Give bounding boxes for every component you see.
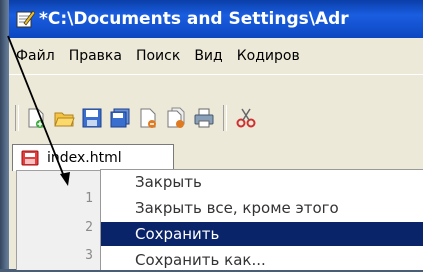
line-number: 2 [85, 220, 93, 235]
menu-encoding[interactable]: Кодиров [230, 48, 307, 64]
save-all-icon[interactable] [109, 107, 131, 129]
toolbar-separator [223, 105, 227, 131]
menu-item-close-others[interactable]: Закрыть все, кроме этого [101, 196, 423, 220]
line-number: 3 [85, 248, 93, 263]
cut-icon[interactable] [235, 107, 257, 129]
menu-file[interactable]: Файл [9, 48, 62, 64]
close-all-icon[interactable] [165, 107, 187, 129]
line-number-gutter: 1 2 3 [16, 170, 101, 270]
menu-edit[interactable]: Правка [62, 48, 129, 64]
line-number: 1 [85, 191, 93, 206]
save-icon[interactable] [81, 107, 103, 129]
notepad-app-icon [16, 10, 35, 28]
tab-index-html[interactable]: index.html [12, 144, 174, 171]
unsaved-file-icon [21, 150, 39, 166]
open-folder-icon[interactable] [53, 107, 75, 129]
new-file-icon[interactable] [25, 107, 47, 129]
toolbar-separator [15, 105, 19, 131]
close-icon[interactable] [137, 107, 159, 129]
menu-item-save[interactable]: Сохранить [101, 222, 423, 246]
menu-view[interactable]: Вид [187, 48, 229, 64]
menu-item-save-as[interactable]: Сохранить как... [101, 248, 423, 272]
menu-search[interactable]: Поиск [129, 48, 187, 64]
tab-context-menu: Закрыть Закрыть все, кроме этого Сохрани… [100, 169, 423, 270]
menu-bar: Файл Правка Поиск Вид Кодиров [9, 38, 423, 74]
tab-label: index.html [47, 150, 122, 166]
toolbar [9, 74, 423, 137]
menu-item-close[interactable]: Закрыть [101, 170, 423, 194]
window-title: *C:\Documents and Settings\Adr [39, 9, 349, 29]
print-icon[interactable] [193, 107, 215, 129]
title-bar[interactable]: *C:\Documents and Settings\Adr [9, 0, 423, 38]
